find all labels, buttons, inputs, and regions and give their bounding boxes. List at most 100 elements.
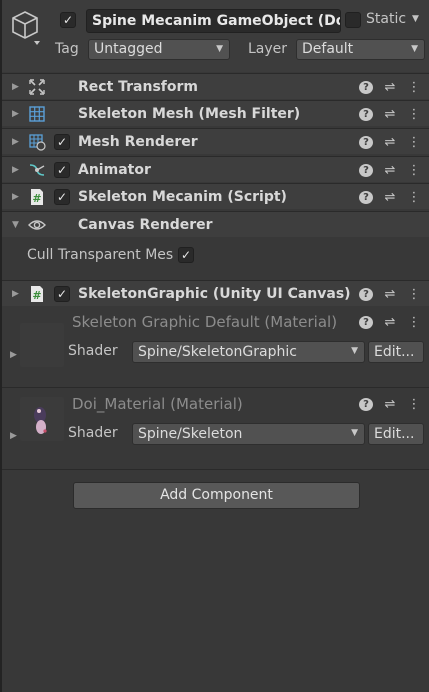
- foldout-arrow-expanded-icon[interactable]: ▼: [12, 212, 19, 238]
- mesh-filter-icon: [29, 106, 45, 122]
- shader-edit-button[interactable]: Edit...: [368, 341, 424, 363]
- help-icon[interactable]: ?: [359, 135, 373, 149]
- component-title: Mesh Renderer: [78, 134, 198, 150]
- component-tools: ? ⇌ ⋮: [359, 101, 421, 127]
- shader-value: Spine/Skeleton: [138, 426, 243, 442]
- gameobject-name-field[interactable]: Spine Mecanim GameObject (Doi): [86, 9, 341, 33]
- component-canvas-renderer[interactable]: ▼ Canvas Renderer: [2, 211, 429, 237]
- component-title: Animator: [78, 162, 151, 178]
- cull-transparent-label: Cull Transparent Mes: [27, 247, 174, 263]
- chevron-down-icon: ▼: [351, 346, 358, 356]
- foldout-arrow-icon[interactable]: ▶: [12, 281, 19, 307]
- tag-label: Tag: [55, 41, 79, 57]
- presets-icon[interactable]: ⇌: [383, 315, 397, 330]
- kebab-menu-icon[interactable]: ⋮: [407, 107, 421, 122]
- foldout-arrow-icon[interactable]: ▶: [10, 350, 17, 360]
- static-dropdown-arrow-icon[interactable]: ▼: [412, 14, 419, 24]
- help-icon[interactable]: ?: [359, 397, 373, 411]
- component-mesh-filter[interactable]: ▶ Skeleton Mesh (Mesh Filter) ? ⇌ ⋮: [2, 100, 429, 126]
- shader-edit-button[interactable]: Edit...: [368, 423, 424, 445]
- component-skeleton-mecanim[interactable]: ▶ # ✓ Skeleton Mecanim (Script) ? ⇌ ⋮: [2, 183, 429, 209]
- chevron-down-icon: ▼: [216, 44, 223, 54]
- shader-label: Shader: [68, 425, 118, 441]
- kebab-menu-icon[interactable]: ⋮: [407, 287, 421, 302]
- component-enabled-checkbox[interactable]: ✓: [54, 134, 70, 150]
- component-tools: ? ⇌ ⋮: [359, 281, 421, 307]
- help-icon[interactable]: ?: [359, 163, 373, 177]
- component-tools: ? ⇌ ⋮: [359, 129, 421, 155]
- animator-icon: [29, 164, 45, 176]
- cull-transparent-checkbox[interactable]: ✓: [178, 247, 194, 263]
- svg-text:#: #: [32, 192, 41, 205]
- component-title: Rect Transform: [78, 79, 199, 95]
- static-checkbox[interactable]: [345, 12, 361, 28]
- material-preview: [20, 323, 64, 367]
- kebab-menu-icon[interactable]: ⋮: [407, 163, 421, 178]
- script-icon: #: [31, 286, 43, 302]
- component-title: Skeleton Mesh (Mesh Filter): [78, 106, 301, 122]
- kebab-menu-icon[interactable]: ⋮: [407, 190, 421, 205]
- divider: [2, 469, 429, 470]
- component-mesh-renderer[interactable]: ▶ ✓ Mesh Renderer ? ⇌ ⋮: [2, 128, 429, 154]
- shader-dropdown[interactable]: Spine/SkeletonGraphic ▼: [132, 341, 365, 363]
- material-skeleton-graphic-default: ▶ Skeleton Graphic Default (Material) ? …: [2, 307, 429, 377]
- component-enabled-checkbox[interactable]: ✓: [54, 286, 70, 302]
- shader-value: Spine/SkeletonGraphic: [138, 344, 297, 360]
- chevron-down-icon: ▼: [351, 428, 358, 438]
- foldout-arrow-icon[interactable]: ▶: [12, 129, 19, 155]
- layer-label: Layer: [248, 41, 288, 57]
- canvas-renderer-body: Cull Transparent Mes ✓: [2, 238, 429, 280]
- material-doi: ▶ Doi_Material (Material) ? ⇌ ⋮ Shader S…: [2, 388, 429, 458]
- gameobject-cube-icon[interactable]: [10, 10, 40, 46]
- component-title: Canvas Renderer: [78, 217, 213, 233]
- presets-icon[interactable]: ⇌: [383, 107, 397, 122]
- active-checkbox[interactable]: ✓: [60, 12, 76, 28]
- rect-transform-icon: [29, 79, 45, 95]
- presets-icon[interactable]: ⇌: [383, 163, 397, 178]
- component-animator[interactable]: ▶ ✓ Animator ? ⇌ ⋮: [2, 156, 429, 182]
- tag-value: Untagged: [94, 41, 163, 57]
- shader-dropdown[interactable]: Spine/Skeleton ▼: [132, 423, 365, 445]
- component-tools: ? ⇌ ⋮: [359, 184, 421, 210]
- component-enabled-checkbox[interactable]: ✓: [54, 162, 70, 178]
- component-tools: ? ⇌ ⋮: [359, 74, 421, 100]
- presets-icon[interactable]: ⇌: [383, 135, 397, 150]
- chevron-down-icon: ▼: [411, 44, 418, 54]
- foldout-arrow-icon[interactable]: ▶: [10, 431, 17, 441]
- component-title: Skeleton Mecanim (Script): [78, 189, 287, 205]
- material-tools: ? ⇌ ⋮: [359, 391, 421, 417]
- shader-label: Shader: [68, 343, 118, 359]
- svg-text:#: #: [32, 289, 41, 302]
- foldout-arrow-icon[interactable]: ▶: [12, 101, 19, 127]
- foldout-arrow-icon[interactable]: ▶: [12, 74, 19, 100]
- inspector-header: ✓ Spine Mecanim GameObject (Doi) Static …: [2, 0, 429, 72]
- presets-icon[interactable]: ⇌: [383, 397, 397, 412]
- component-skeleton-graphic[interactable]: ▶ # ✓ SkeletonGraphic (Unity UI Canvas) …: [2, 280, 429, 306]
- component-enabled-checkbox[interactable]: ✓: [54, 189, 70, 205]
- eye-icon: [28, 220, 46, 230]
- mesh-renderer-icon: [29, 134, 46, 151]
- component-rect-transform[interactable]: ▶ Rect Transform ? ⇌ ⋮: [2, 73, 429, 99]
- component-title: SkeletonGraphic (Unity UI Canvas): [78, 286, 351, 302]
- component-tools: ? ⇌ ⋮: [359, 157, 421, 183]
- help-icon[interactable]: ?: [359, 80, 373, 94]
- layer-value: Default: [302, 41, 354, 57]
- static-label: Static: [366, 11, 407, 27]
- add-component-button[interactable]: Add Component: [73, 482, 360, 509]
- help-icon[interactable]: ?: [359, 107, 373, 121]
- layer-dropdown[interactable]: Default ▼: [296, 39, 425, 60]
- script-icon: #: [31, 189, 43, 205]
- kebab-menu-icon[interactable]: ⋮: [407, 315, 421, 330]
- help-icon[interactable]: ?: [359, 190, 373, 204]
- tag-dropdown[interactable]: Untagged ▼: [88, 39, 230, 60]
- presets-icon[interactable]: ⇌: [383, 287, 397, 302]
- kebab-menu-icon[interactable]: ⋮: [407, 135, 421, 150]
- foldout-arrow-icon[interactable]: ▶: [12, 157, 19, 183]
- kebab-menu-icon[interactable]: ⋮: [407, 397, 421, 412]
- foldout-arrow-icon[interactable]: ▶: [12, 184, 19, 210]
- presets-icon[interactable]: ⇌: [383, 80, 397, 95]
- presets-icon[interactable]: ⇌: [383, 190, 397, 205]
- help-icon[interactable]: ?: [359, 287, 373, 301]
- kebab-menu-icon[interactable]: ⋮: [407, 80, 421, 95]
- help-icon[interactable]: ?: [359, 315, 373, 329]
